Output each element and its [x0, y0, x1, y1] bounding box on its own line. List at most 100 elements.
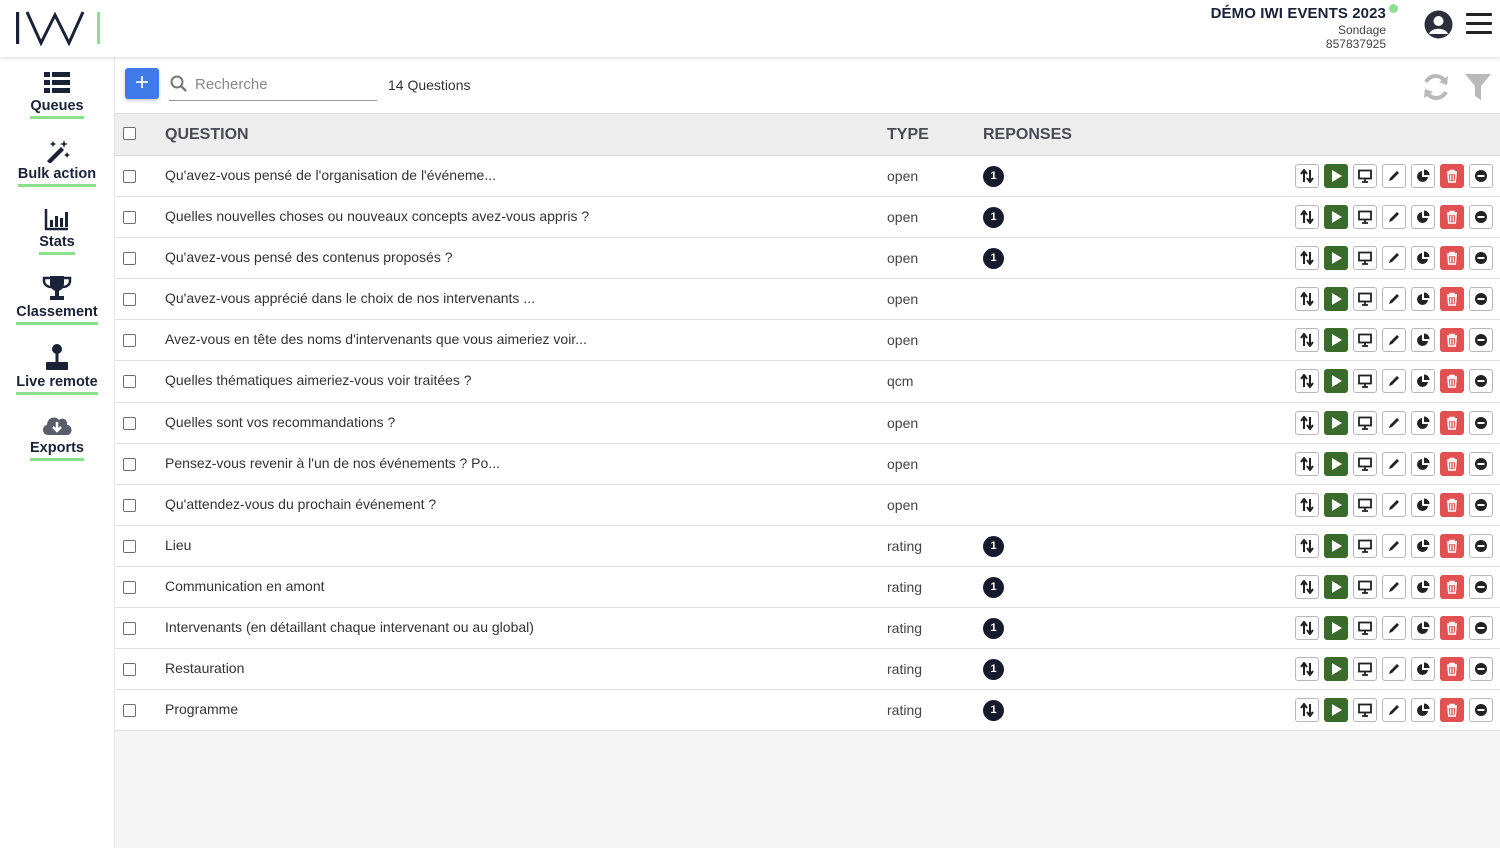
sort-button[interactable] — [1295, 574, 1319, 599]
filter-icon[interactable] — [1464, 72, 1492, 102]
column-header-type[interactable]: TYPE — [887, 126, 929, 144]
row-checkbox[interactable] — [123, 211, 136, 225]
column-header-responses[interactable]: REPONSES — [983, 126, 1072, 144]
search-input[interactable] — [195, 72, 375, 96]
edit-button[interactable] — [1382, 164, 1406, 188]
results-button[interactable] — [1411, 574, 1435, 599]
results-button[interactable] — [1411, 246, 1435, 271]
table-row[interactable]: Pensez-vous revenir à l'un de nos événem… — [115, 444, 1500, 485]
display-button[interactable] — [1353, 164, 1377, 188]
table-row[interactable]: Quelles thématiques aimeriez-vous voir t… — [115, 361, 1500, 403]
edit-button[interactable] — [1382, 492, 1406, 517]
display-button[interactable] — [1353, 246, 1377, 271]
results-button[interactable] — [1411, 533, 1435, 558]
table-row[interactable]: Lieu rating 1 — [115, 526, 1500, 567]
sort-button[interactable] — [1295, 698, 1319, 723]
row-checkbox[interactable] — [123, 704, 136, 718]
iwi-logo[interactable] — [14, 10, 102, 46]
delete-button[interactable] — [1440, 574, 1464, 599]
display-button[interactable] — [1353, 205, 1377, 230]
disable-button[interactable] — [1469, 574, 1493, 599]
display-button[interactable] — [1353, 533, 1377, 558]
disable-button[interactable] — [1469, 287, 1493, 312]
delete-button[interactable] — [1440, 328, 1464, 353]
edit-button[interactable] — [1382, 533, 1406, 558]
delete-button[interactable] — [1440, 492, 1464, 517]
display-button[interactable] — [1353, 328, 1377, 353]
play-button[interactable] — [1324, 287, 1348, 312]
play-button[interactable] — [1324, 451, 1348, 476]
results-button[interactable] — [1411, 287, 1435, 312]
sort-button[interactable] — [1295, 205, 1319, 230]
sort-button[interactable] — [1295, 533, 1319, 558]
play-button[interactable] — [1324, 574, 1348, 599]
display-button[interactable] — [1353, 574, 1377, 599]
sort-button[interactable] — [1295, 657, 1319, 682]
play-button[interactable] — [1324, 164, 1348, 188]
edit-button[interactable] — [1382, 451, 1406, 476]
sort-button[interactable] — [1295, 410, 1319, 435]
sidebar-item-classement[interactable]: Classement — [0, 275, 114, 337]
play-button[interactable] — [1324, 492, 1348, 517]
play-button[interactable] — [1324, 246, 1348, 271]
edit-button[interactable] — [1382, 698, 1406, 723]
results-button[interactable] — [1411, 657, 1435, 682]
row-checkbox[interactable] — [123, 622, 136, 636]
edit-button[interactable] — [1382, 369, 1406, 394]
display-button[interactable] — [1353, 451, 1377, 476]
hamburger-menu-icon[interactable] — [1466, 13, 1492, 35]
play-button[interactable] — [1324, 369, 1348, 394]
sort-button[interactable] — [1295, 246, 1319, 271]
table-row[interactable]: Qu'attendez-vous du prochain événement ?… — [115, 485, 1500, 526]
edit-button[interactable] — [1382, 410, 1406, 435]
row-checkbox[interactable] — [123, 580, 136, 594]
row-checkbox[interactable] — [123, 375, 136, 389]
row-checkbox[interactable] — [123, 170, 136, 183]
disable-button[interactable] — [1469, 328, 1493, 353]
results-button[interactable] — [1411, 616, 1435, 641]
disable-button[interactable] — [1469, 164, 1493, 188]
select-all-checkbox[interactable] — [123, 127, 136, 140]
column-header-question[interactable]: QUESTION — [165, 126, 249, 144]
sort-button[interactable] — [1295, 451, 1319, 476]
delete-button[interactable] — [1440, 616, 1464, 641]
sidebar-item-exports[interactable]: Exports — [0, 411, 114, 473]
delete-button[interactable] — [1440, 246, 1464, 271]
sort-button[interactable] — [1295, 492, 1319, 517]
sort-button[interactable] — [1295, 369, 1319, 394]
results-button[interactable] — [1411, 492, 1435, 517]
edit-button[interactable] — [1382, 616, 1406, 641]
row-checkbox[interactable] — [123, 539, 136, 553]
results-button[interactable] — [1411, 205, 1435, 230]
play-button[interactable] — [1324, 410, 1348, 435]
results-button[interactable] — [1411, 698, 1435, 723]
disable-button[interactable] — [1469, 616, 1493, 641]
display-button[interactable] — [1353, 492, 1377, 517]
table-row[interactable]: Intervenants (en détaillant chaque inter… — [115, 608, 1500, 650]
edit-button[interactable] — [1382, 205, 1406, 230]
edit-button[interactable] — [1382, 287, 1406, 312]
results-button[interactable] — [1411, 369, 1435, 394]
table-row[interactable]: Programme rating 1 — [115, 690, 1500, 732]
delete-button[interactable] — [1440, 657, 1464, 682]
play-button[interactable] — [1324, 533, 1348, 558]
display-button[interactable] — [1353, 698, 1377, 723]
sort-button[interactable] — [1295, 616, 1319, 641]
display-button[interactable] — [1353, 616, 1377, 641]
edit-button[interactable] — [1382, 657, 1406, 682]
row-checkbox[interactable] — [123, 457, 136, 471]
play-button[interactable] — [1324, 205, 1348, 230]
table-row[interactable]: Qu'avez-vous apprécié dans le choix de n… — [115, 279, 1500, 321]
results-button[interactable] — [1411, 164, 1435, 188]
row-checkbox[interactable] — [123, 416, 136, 430]
delete-button[interactable] — [1440, 533, 1464, 558]
table-row[interactable]: Communication en amont rating 1 — [115, 567, 1500, 609]
row-checkbox[interactable] — [123, 293, 136, 307]
display-button[interactable] — [1353, 657, 1377, 682]
disable-button[interactable] — [1469, 369, 1493, 394]
disable-button[interactable] — [1469, 410, 1493, 435]
play-button[interactable] — [1324, 328, 1348, 353]
sort-button[interactable] — [1295, 328, 1319, 353]
disable-button[interactable] — [1469, 492, 1493, 517]
play-button[interactable] — [1324, 657, 1348, 682]
